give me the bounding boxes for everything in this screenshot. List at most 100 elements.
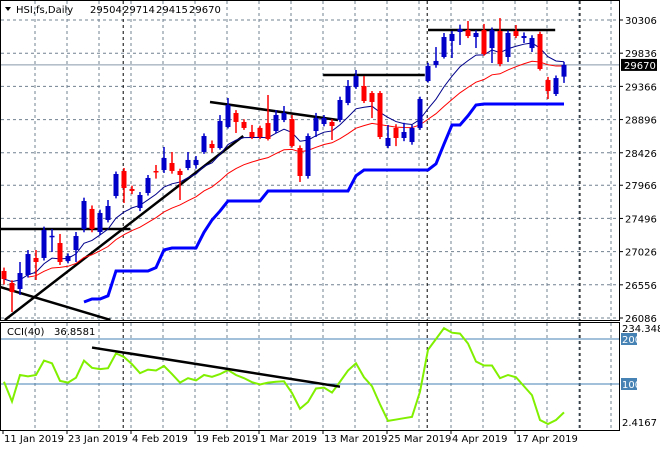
candle-body bbox=[153, 170, 159, 173]
candle-body bbox=[329, 121, 335, 126]
candle-body bbox=[537, 33, 543, 70]
cci-header: CCI(40) 36.8581 bbox=[7, 327, 95, 338]
candle-body bbox=[417, 99, 423, 128]
candle-body bbox=[33, 257, 39, 263]
collapse-triangle-icon[interactable] bbox=[5, 7, 11, 11]
bullish-candle bbox=[529, 35, 535, 52]
candle-body bbox=[73, 236, 79, 250]
candle-body bbox=[201, 136, 207, 152]
bearish-candle bbox=[537, 31, 543, 71]
candle-body bbox=[513, 31, 519, 37]
bearish-candle bbox=[89, 205, 95, 233]
bullish-candle bbox=[281, 106, 287, 123]
candle-body bbox=[193, 159, 199, 165]
bullish-candle bbox=[473, 30, 479, 49]
price-label: 28896 bbox=[625, 116, 657, 127]
symbol-label: HSI,fs,Daily bbox=[16, 5, 73, 16]
candle-body bbox=[425, 66, 431, 82]
candle-body bbox=[89, 208, 95, 230]
candle-body bbox=[529, 38, 535, 49]
chart-header: HSI,fs,Daily 29504 29714 29415 29670 bbox=[5, 5, 221, 16]
bullish-candle bbox=[201, 133, 207, 154]
indicators bbox=[3, 42, 565, 304]
candle-body bbox=[41, 230, 47, 258]
bearish-candle bbox=[377, 91, 383, 140]
bearish-candle bbox=[9, 280, 15, 312]
price-label: 26556 bbox=[625, 281, 657, 292]
bearish-candle bbox=[209, 140, 215, 153]
ohlc-low: 29415 bbox=[156, 5, 188, 16]
bullish-candle bbox=[433, 47, 439, 68]
ma-slow-line bbox=[27, 60, 565, 278]
candle-body bbox=[81, 200, 87, 230]
candle-body bbox=[369, 93, 375, 102]
bullish-candle bbox=[97, 209, 103, 236]
ma-fast-line bbox=[3, 42, 565, 283]
candle-body bbox=[521, 36, 527, 39]
candle-body bbox=[169, 162, 175, 171]
bearish-candle bbox=[497, 18, 503, 67]
bullish-candle bbox=[457, 24, 463, 45]
bullish-candle bbox=[505, 30, 511, 63]
candle-body bbox=[25, 254, 31, 275]
bearish-candle bbox=[545, 76, 551, 100]
candle-body bbox=[121, 170, 127, 188]
bullish-candle bbox=[449, 31, 455, 58]
bearish-candle bbox=[1, 267, 7, 285]
candle-body bbox=[113, 174, 119, 196]
bullish-candle bbox=[385, 125, 391, 149]
candle-body bbox=[265, 123, 271, 139]
date-label: 13 Mar 2019 bbox=[324, 434, 387, 445]
bearish-candle bbox=[241, 119, 247, 130]
trendline bbox=[0, 285, 111, 322]
bullish-candle bbox=[161, 146, 167, 173]
candle-body bbox=[561, 64, 567, 77]
candle-body bbox=[257, 127, 263, 138]
bid-price-label: 29670 bbox=[624, 61, 656, 72]
date-label: 23 Jan 2019 bbox=[68, 434, 128, 445]
candle-body bbox=[361, 86, 367, 101]
hsi-chart[interactable]: 30306 29836 29366 28896 28426 27966 27496 27026… bbox=[0, 0, 660, 450]
bullish-candle bbox=[73, 231, 79, 263]
price-label: 27966 bbox=[625, 181, 657, 192]
candle-body bbox=[145, 177, 151, 194]
candle-body bbox=[545, 80, 551, 92]
bearish-candle bbox=[121, 168, 127, 203]
candle-body bbox=[49, 235, 55, 238]
candle-body bbox=[289, 119, 295, 146]
candle-body bbox=[497, 31, 503, 64]
cci-min-label: 2.4167 bbox=[622, 418, 657, 429]
bullish-candle bbox=[193, 156, 199, 169]
candle-body bbox=[313, 118, 319, 132]
bullish-candle bbox=[441, 32, 447, 59]
bullish-candle bbox=[521, 32, 527, 44]
bullish-candle bbox=[489, 27, 495, 64]
candle-body bbox=[297, 148, 303, 176]
bullish-candle bbox=[217, 115, 223, 150]
candle-body bbox=[305, 136, 311, 176]
bullish-candle bbox=[345, 80, 351, 106]
bullish-candle bbox=[337, 96, 343, 123]
bullish-candle bbox=[401, 122, 407, 142]
bearish-candle bbox=[249, 124, 255, 140]
bullish-candle bbox=[81, 197, 87, 233]
bearish-candle bbox=[361, 75, 367, 104]
bullish-candle bbox=[353, 69, 359, 89]
bullish-candle bbox=[65, 253, 71, 264]
price-label: 27026 bbox=[625, 248, 657, 259]
trendlines[interactable] bbox=[0, 28, 556, 322]
bearish-candle bbox=[153, 164, 159, 179]
candle-body bbox=[161, 157, 167, 170]
bearish-candle bbox=[369, 91, 375, 119]
date-label: 4 Apr 2019 bbox=[452, 434, 507, 445]
cci-level-label: 200 bbox=[622, 335, 641, 346]
bearish-candle bbox=[129, 185, 135, 195]
candle-body bbox=[345, 86, 351, 103]
date-label: 25 Mar 2019 bbox=[388, 434, 451, 445]
candle-body bbox=[241, 121, 247, 128]
candle-body bbox=[321, 118, 327, 125]
candle-body bbox=[505, 32, 511, 58]
candle-body bbox=[225, 105, 231, 127]
date-label: 17 Apr 2019 bbox=[516, 434, 578, 445]
date-label: 19 Feb 2019 bbox=[196, 434, 258, 445]
